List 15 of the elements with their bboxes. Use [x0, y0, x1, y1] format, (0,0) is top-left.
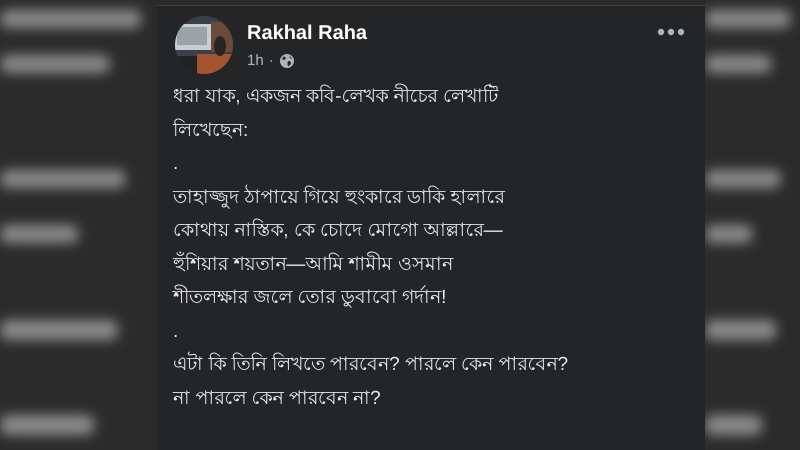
more-options-icon[interactable] [657, 28, 685, 36]
author-name[interactable]: Rakhal Raha [247, 20, 368, 46]
post-time[interactable]: 1h [247, 50, 264, 72]
post-text-line: তাহাজ্জুদ ঠাপায়ে গিয়ে হুংকারে ডাকি হালারে [173, 184, 504, 211]
globe-icon [278, 53, 295, 70]
post-text-line: . [173, 320, 178, 344]
post-text-line: না পারলে কেন পারবেন না? [173, 386, 381, 410]
separator: · [268, 51, 274, 71]
post-text-line: লিখেছেন: [173, 118, 248, 142]
post-text-line: কোথায় নাস্তিক, কে চোদে মোগো আল্লারে— [173, 218, 503, 243]
post-text-line: এটা কি তিনি লিখতে পারবেন? পারলে কেন পারবেন? [173, 348, 568, 382]
post-text-line: ধরা যাক, একজন কবি-লেখক নীচের লেখাটি [173, 80, 498, 114]
post-text-line: . [173, 152, 178, 176]
post-text-line: শীতলক্ষার জলে তোর ডুবাবো গর্দান! [173, 281, 446, 314]
post-text-line: হুঁশিয়ার শয়তান—আমি শামীম ওসমান [173, 250, 453, 276]
